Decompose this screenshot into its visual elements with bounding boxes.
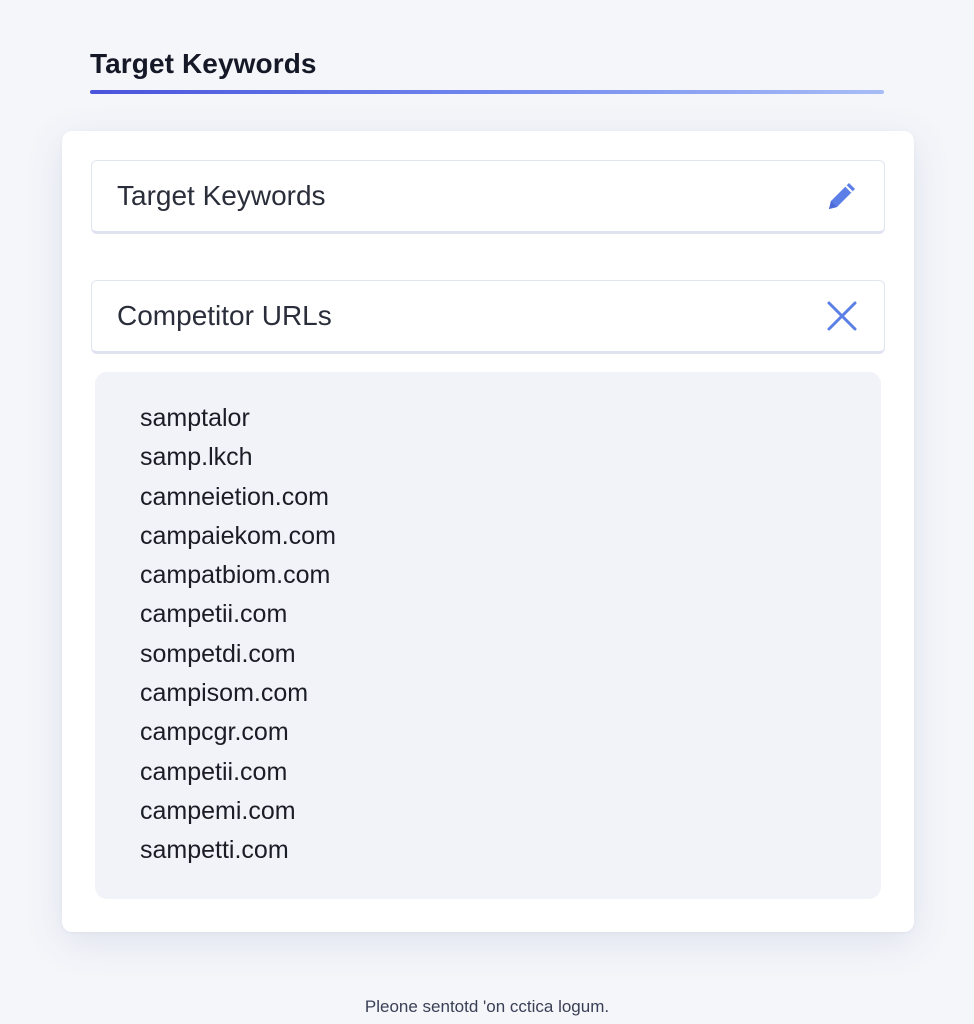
competitor-url-list: samptalor samp.lkch camneietion.com camp… bbox=[140, 399, 881, 871]
pencil-icon[interactable] bbox=[824, 178, 860, 214]
competitor-url-item[interactable]: campatbiom.com bbox=[140, 556, 881, 595]
competitor-url-item[interactable]: campemi.com bbox=[140, 792, 881, 831]
target-keywords-label: Target Keywords bbox=[117, 180, 326, 211]
settings-card: Target Keywords Competitor URLs samptalo… bbox=[62, 131, 914, 932]
competitor-url-item[interactable]: campetii.com bbox=[140, 595, 881, 634]
close-icon[interactable] bbox=[824, 298, 860, 334]
competitor-url-item[interactable]: campcgr.com bbox=[140, 713, 881, 752]
competitor-url-item[interactable]: sompetdi.com bbox=[140, 635, 881, 674]
competitor-urls-field[interactable]: Competitor URLs bbox=[91, 280, 885, 354]
page-title: Target Keywords bbox=[90, 48, 317, 79]
competitor-url-item[interactable]: campetii.com bbox=[140, 753, 881, 792]
competitor-url-list-panel[interactable]: samptalor samp.lkch camneietion.com camp… bbox=[95, 372, 881, 899]
competitor-url-item[interactable]: sampetti.com bbox=[140, 831, 881, 870]
competitor-url-item[interactable]: camneietion.com bbox=[140, 478, 881, 517]
competitor-urls-label: Competitor URLs bbox=[117, 300, 332, 331]
competitor-url-item[interactable]: campisom.com bbox=[140, 674, 881, 713]
footer-note: Pleone sentotd 'on cctica logum. bbox=[364, 997, 610, 1016]
competitor-url-item[interactable]: samptalor bbox=[140, 399, 881, 438]
competitor-url-item[interactable]: campaiekom.com bbox=[140, 517, 881, 556]
page-header: Target Keywords bbox=[90, 44, 884, 94]
title-underline bbox=[90, 90, 884, 94]
target-keywords-field[interactable]: Target Keywords bbox=[91, 160, 885, 234]
competitor-url-item[interactable]: samp.lkch bbox=[140, 438, 881, 477]
